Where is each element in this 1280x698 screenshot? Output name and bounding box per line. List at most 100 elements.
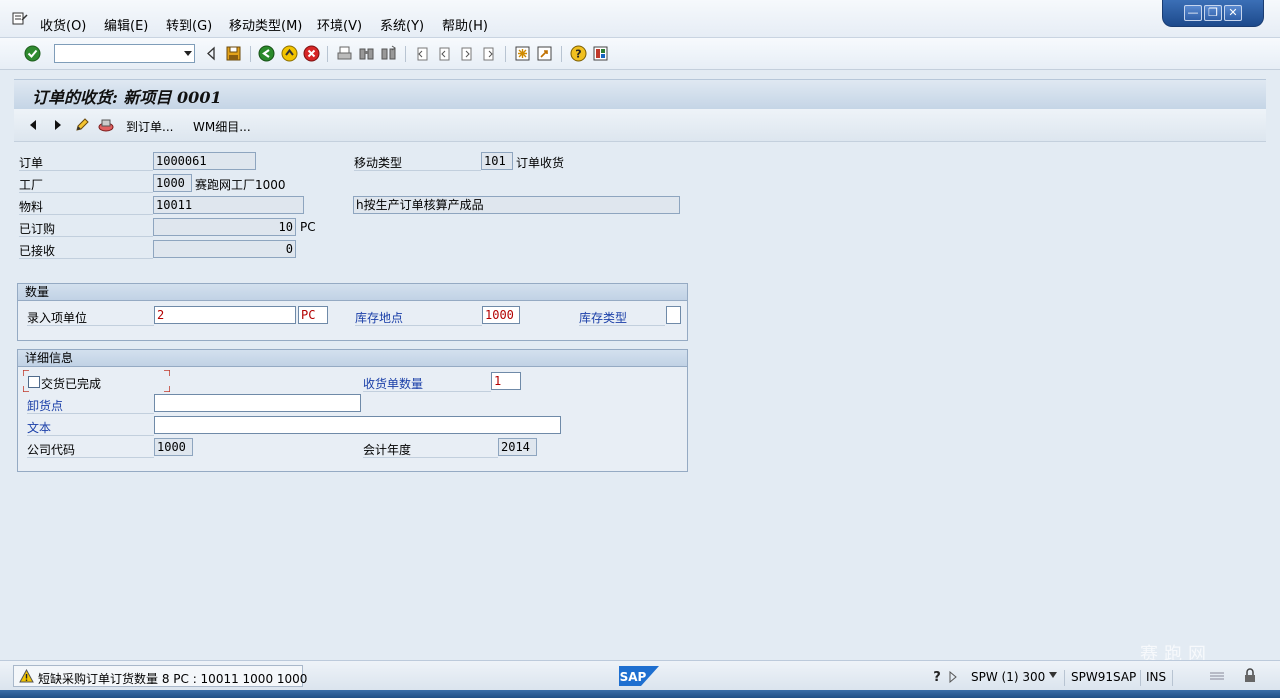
enter-icon[interactable] xyxy=(24,45,41,62)
delivery-completed-label: 交货已完成 xyxy=(41,377,102,391)
menu-system[interactable]: 系统(Y) xyxy=(380,15,424,34)
quantity-group-title: 数量 xyxy=(18,284,687,301)
plant-label: 工厂 xyxy=(19,176,153,193)
company-code-field[interactable]: 1000 xyxy=(154,438,193,456)
company-code-label: 公司代码 xyxy=(27,441,154,458)
pencil-icon[interactable] xyxy=(74,117,90,133)
lock-icon[interactable] xyxy=(1243,668,1258,683)
triangle-left-icon[interactable] xyxy=(203,45,220,62)
order-field[interactable]: 1000061 xyxy=(153,152,256,170)
title-bar: 订单的收货: 新项目 0001 xyxy=(14,79,1266,109)
toolbar-separator xyxy=(405,46,406,62)
print-icon[interactable] xyxy=(336,45,353,62)
ordered-quantity-field[interactable]: 10 xyxy=(153,218,296,236)
close-button[interactable]: ✕ xyxy=(1224,5,1242,21)
previous-page-icon[interactable] xyxy=(436,45,453,62)
gr-slips-label: 收货单数量 xyxy=(363,375,491,392)
next-page-icon[interactable] xyxy=(458,45,475,62)
material-description-field[interactable]: h按生产订单核算产成品 xyxy=(353,196,680,214)
command-field[interactable] xyxy=(54,44,195,63)
chevron-down-icon[interactable] xyxy=(184,51,192,56)
minimize-button[interactable]: — xyxy=(1184,5,1202,21)
menu-environment[interactable]: 环境(V) xyxy=(317,15,362,34)
unloading-point-input[interactable] xyxy=(154,394,361,412)
find-icon[interactable] xyxy=(358,45,375,62)
system-info-dropdown-icon[interactable] xyxy=(1048,671,1058,679)
save-icon[interactable] xyxy=(225,45,242,62)
material-field[interactable]: 10011 xyxy=(153,196,304,214)
menu-help[interactable]: 帮助(H) xyxy=(442,15,488,34)
text-input[interactable] xyxy=(154,416,561,434)
plant-text: 赛跑网工厂1000 xyxy=(195,178,286,192)
main-area: 订单 1000061 移动类型 101 订单收货 工厂 1000 赛跑网工厂10… xyxy=(14,142,1266,660)
menu-goods-receipt[interactable]: 收货(O) xyxy=(40,15,86,34)
focus-bracket-bottom-right xyxy=(164,386,170,392)
wm-detail-button[interactable]: WM细目... xyxy=(193,118,251,135)
received-label: 已接收 xyxy=(19,242,153,259)
detail-group-title: 详细信息 xyxy=(18,350,687,367)
fiscal-year-field[interactable]: 2014 xyxy=(498,438,537,456)
menu-edit[interactable]: 编辑(E) xyxy=(104,15,148,34)
insert-mode[interactable]: INS xyxy=(1146,670,1166,684)
cancel-icon[interactable] xyxy=(303,45,320,62)
quantity-group: 数量 录入项单位 2 PC 库存地点 1000 库存类型 xyxy=(17,283,688,341)
toolbar-separator xyxy=(250,46,251,62)
menu-goto[interactable]: 转到(G) xyxy=(166,15,212,34)
status-separator xyxy=(1064,670,1065,686)
movement-type-text: 订单收货 xyxy=(516,156,565,170)
toolbar-separator xyxy=(505,46,506,62)
page-title: 订单的收货: 新项目 0001 xyxy=(32,88,222,107)
restore-button[interactable]: ❐ xyxy=(1204,5,1222,21)
entry-quantity-input[interactable]: 2 xyxy=(154,306,296,324)
status-message[interactable]: 短缺采购订单订货数量 8 PC : 10011 1000 1000 xyxy=(13,665,307,687)
menu-movement-type[interactable]: 移动类型(M) xyxy=(229,15,302,34)
status-separator xyxy=(1140,670,1141,686)
status-bar: 短缺采购订单订货数量 8 PC : 10011 1000 1000 SAP ? … xyxy=(0,660,1280,690)
svg-text:?: ? xyxy=(575,48,581,61)
shortcut-icon[interactable] xyxy=(536,45,553,62)
sap-logo: SAP xyxy=(619,666,659,686)
standard-toolbar: ? xyxy=(0,38,1280,70)
delivery-completed-checkbox[interactable] xyxy=(28,376,40,388)
application-toolbar: 到订单... WM细目... xyxy=(14,109,1266,142)
delete-icon[interactable] xyxy=(97,117,115,133)
focus-bracket-top-right xyxy=(164,370,170,376)
menu-bar: 收货(O) 编辑(E) 转到(G) 移动类型(M) 环境(V) 系统(Y) 帮助… xyxy=(0,0,1280,38)
exit-icon[interactable] xyxy=(281,45,298,62)
next-item-icon[interactable] xyxy=(52,118,64,132)
status-separator xyxy=(1172,670,1173,686)
detail-information-group: 详细信息 交货已完成 收货单数量 1 卸货点 文本 公司代码 1000 会计年度… xyxy=(17,349,688,472)
status-message-text: 短缺采购订单订货数量 8 PC : 10011 1000 1000 xyxy=(38,672,308,686)
stock-type-label: 库存类型 xyxy=(579,309,665,326)
movement-type-label: 移动类型 xyxy=(354,154,481,171)
toolbar-separator xyxy=(327,46,328,62)
back-icon[interactable] xyxy=(258,45,275,62)
entry-unit-input[interactable]: PC xyxy=(298,306,328,324)
toolbar-separator xyxy=(561,46,562,62)
storage-location-label: 库存地点 xyxy=(355,309,482,326)
connection-icon xyxy=(1210,672,1224,680)
ordered-unit: PC xyxy=(300,220,316,234)
stock-type-input[interactable] xyxy=(666,306,681,324)
text-label: 文本 xyxy=(27,419,154,436)
storage-location-input[interactable]: 1000 xyxy=(482,306,520,324)
fiscal-year-label: 会计年度 xyxy=(363,441,498,458)
taskbar-strip xyxy=(0,690,1280,698)
status-help-icon[interactable]: ? xyxy=(931,669,943,684)
system-info[interactable]: SPW (1) 300 xyxy=(971,670,1045,684)
gr-slips-input[interactable]: 1 xyxy=(491,372,521,390)
help-icon[interactable]: ? xyxy=(570,45,587,62)
received-quantity-field[interactable]: 0 xyxy=(153,240,296,258)
first-page-icon[interactable] xyxy=(414,45,431,62)
movement-type-field[interactable]: 101 xyxy=(481,152,513,170)
material-label: 物料 xyxy=(19,198,153,215)
layout-menu-icon[interactable] xyxy=(592,45,609,62)
previous-item-icon[interactable] xyxy=(27,118,39,132)
find-next-icon[interactable] xyxy=(380,45,397,62)
system-menu-icon[interactable] xyxy=(12,12,28,26)
status-expand-icon[interactable] xyxy=(948,671,958,683)
last-page-icon[interactable] xyxy=(480,45,497,62)
create-session-icon[interactable] xyxy=(514,45,531,62)
plant-field[interactable]: 1000 xyxy=(153,174,192,192)
to-order-button[interactable]: 到订单... xyxy=(126,118,173,135)
